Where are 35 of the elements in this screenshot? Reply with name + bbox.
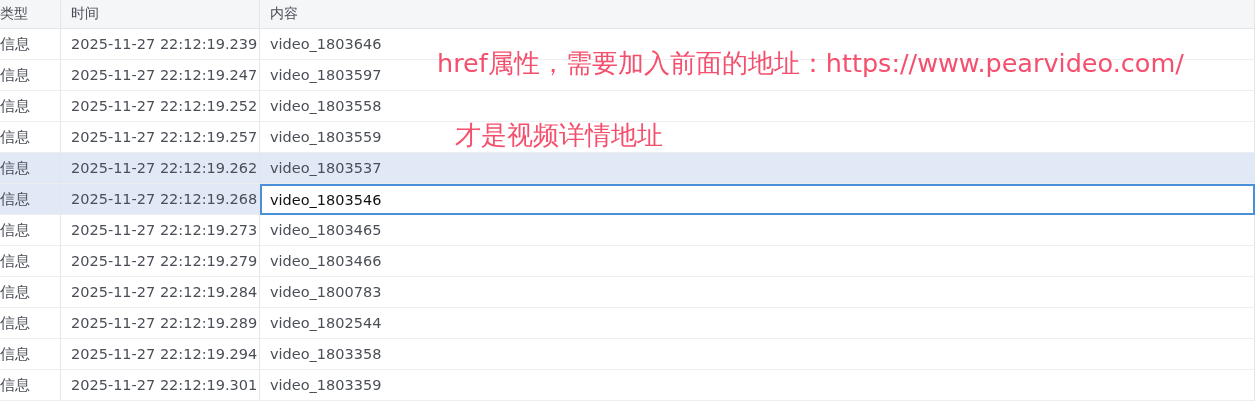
content-cell: video_1803358 <box>260 339 1255 370</box>
time-cell: 2025-11-27 22:12:19.268 <box>61 184 260 215</box>
column-header[interactable]: 内容 <box>260 0 1255 29</box>
column-header[interactable]: 时间 <box>61 0 260 29</box>
type-cell: 信息 <box>0 184 61 215</box>
time-cell: 2025-11-27 22:12:19.301 <box>61 370 260 401</box>
content-cell: video_1803465 <box>260 215 1255 246</box>
type-cell: 信息 <box>0 246 61 277</box>
time-cell: 2025-11-27 22:12:19.294 <box>61 339 260 370</box>
time-cell: 2025-11-27 22:12:19.252 <box>61 91 260 122</box>
column-header[interactable]: 类型 <box>0 0 61 29</box>
type-cell: 信息 <box>0 277 61 308</box>
type-cell: 信息 <box>0 308 61 339</box>
type-cell: 信息 <box>0 60 61 91</box>
time-cell: 2025-11-27 22:12:19.284 <box>61 277 260 308</box>
type-cell: 信息 <box>0 370 61 401</box>
annotation-text: 才是视频详情地址 <box>455 119 663 152</box>
type-cell: 信息 <box>0 215 61 246</box>
content-cell: video_1803558 <box>260 91 1255 122</box>
time-cell: 2025-11-27 22:12:19.247 <box>61 60 260 91</box>
type-cell: 信息 <box>0 91 61 122</box>
content-cell: video_1802544 <box>260 308 1255 339</box>
time-cell: 2025-11-27 22:12:19.289 <box>61 308 260 339</box>
content-cell: video_1803537 <box>260 153 1255 184</box>
type-cell: 信息 <box>0 339 61 370</box>
type-cell: 信息 <box>0 29 61 60</box>
time-cell: 2025-11-27 22:12:19.262 <box>61 153 260 184</box>
time-cell: 2025-11-27 22:12:19.273 <box>61 215 260 246</box>
content-cell: video_1803466 <box>260 246 1255 277</box>
time-cell: 2025-11-27 22:12:19.279 <box>61 246 260 277</box>
content-cell: video_1800783 <box>260 277 1255 308</box>
type-cell: 信息 <box>0 153 61 184</box>
content-cell: video_1803359 <box>260 370 1255 401</box>
time-cell: 2025-11-27 22:12:19.239 <box>61 29 260 60</box>
content-edit-field[interactable]: video_1803546 <box>260 184 1255 215</box>
